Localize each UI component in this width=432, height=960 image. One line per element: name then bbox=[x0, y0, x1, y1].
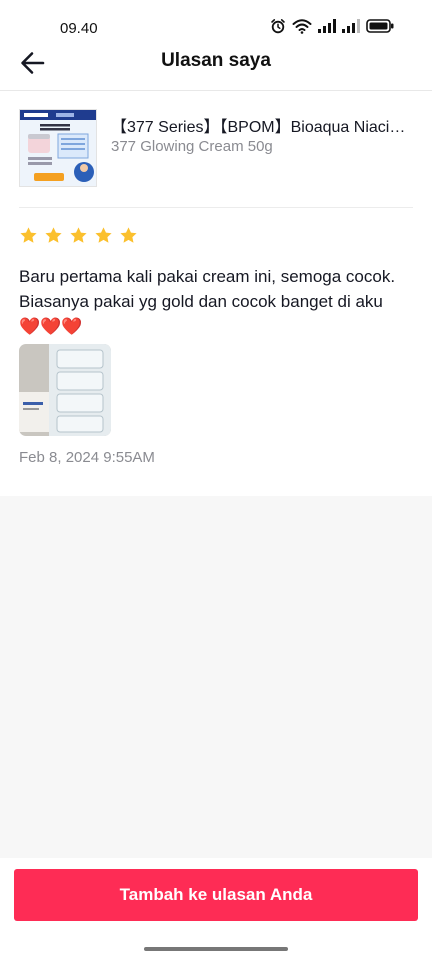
product-name: 【377 Series】【BPOM】Bioaqua Niacinamide 37… bbox=[111, 119, 411, 136]
review-photo[interactable] bbox=[19, 344, 111, 436]
star-icon bbox=[95, 227, 112, 243]
wifi-icon bbox=[292, 18, 312, 39]
star-rating bbox=[19, 226, 138, 245]
signal-icon bbox=[342, 18, 360, 38]
bottom-bar: Tambah ke ulasan Anda bbox=[0, 858, 432, 960]
header: Ulasan saya bbox=[0, 40, 432, 91]
star-icon bbox=[120, 227, 137, 243]
add-review-button[interactable]: Tambah ke ulasan Anda bbox=[14, 869, 418, 921]
product-variant: 377 Glowing Cream 50g bbox=[111, 138, 273, 155]
review-card: 【377 Series】【BPOM】Bioaqua Niacinamide 37… bbox=[0, 91, 432, 496]
battery-icon bbox=[366, 18, 394, 38]
review-text: Baru pertama kali pakai cream ini, semog… bbox=[19, 267, 396, 336]
page-title: Ulasan saya bbox=[161, 50, 271, 71]
star-icon bbox=[20, 227, 37, 243]
product-row[interactable]: 【377 Series】【BPOM】Bioaqua Niacinamide 37… bbox=[19, 109, 413, 208]
alarm-icon bbox=[270, 18, 286, 39]
signal-icon bbox=[318, 18, 336, 38]
star-icon bbox=[45, 227, 62, 243]
status-icons bbox=[270, 18, 394, 39]
home-indicator[interactable] bbox=[144, 947, 288, 951]
review-date: Feb 8, 2024 9:55AM bbox=[19, 449, 155, 466]
star-icon bbox=[70, 227, 87, 243]
status-bar: 09.40 bbox=[0, 0, 432, 40]
status-time: 09.40 bbox=[60, 20, 98, 37]
product-thumbnail bbox=[19, 109, 97, 187]
